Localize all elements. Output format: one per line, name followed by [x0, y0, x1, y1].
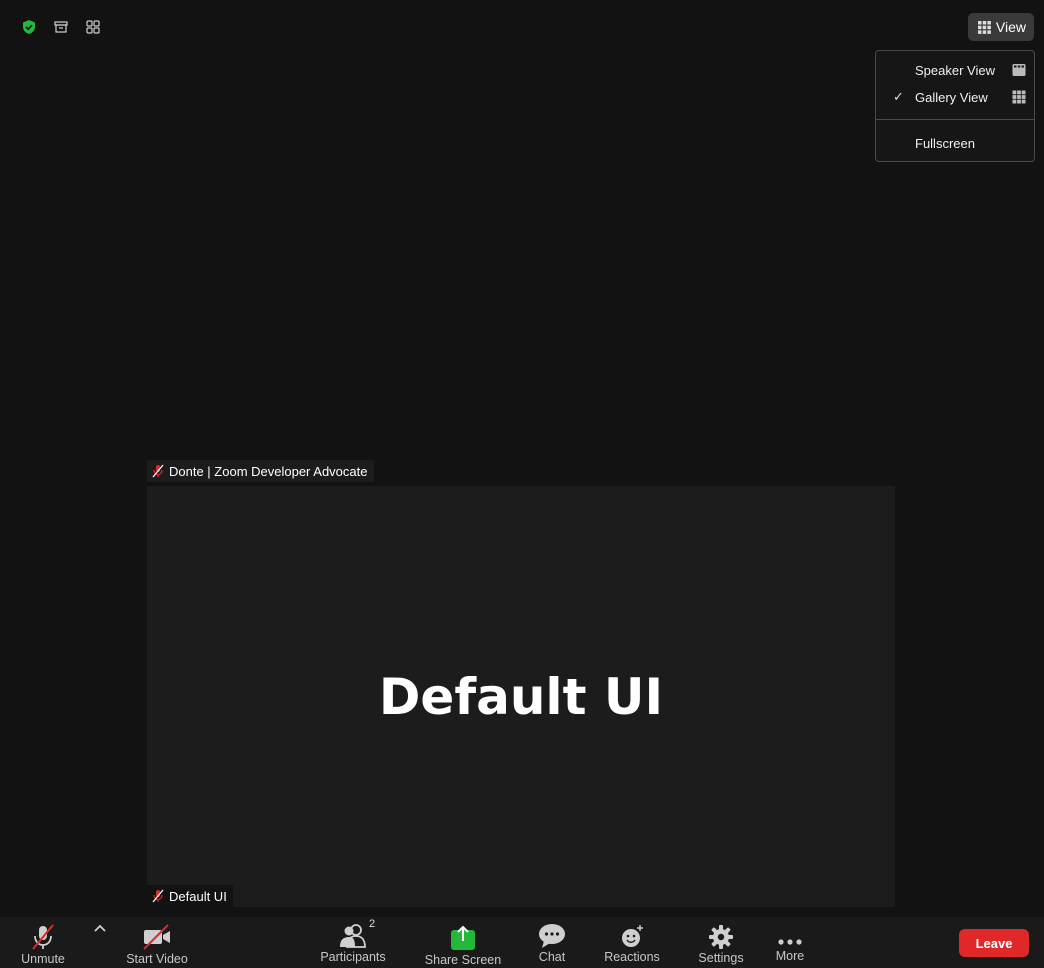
muted-mic-icon: [32, 924, 54, 950]
chevron-up-icon[interactable]: [92, 921, 108, 935]
more-dots-icon: [778, 939, 802, 945]
speaker-view-icon: [1012, 64, 1026, 76]
muted-mic-icon: [152, 889, 164, 903]
view-button[interactable]: View: [967, 13, 1034, 41]
reaction-smiley-icon: [622, 925, 643, 947]
reactions-label: Reactions: [604, 950, 660, 964]
tile-name: Default UI: [169, 888, 227, 904]
participants-label: Participants: [320, 950, 386, 964]
participant-name-label: Donte | Zoom Developer Advocate: [147, 460, 374, 482]
chat-label: Chat: [538, 950, 566, 964]
grid-icon[interactable]: [82, 16, 104, 38]
gallery-view-icon: [1012, 90, 1026, 104]
start-video-label: Start Video: [126, 952, 188, 966]
chat-button[interactable]: Chat: [534, 917, 570, 968]
video-off-icon: [143, 924, 170, 950]
archive-icon[interactable]: [50, 16, 72, 38]
settings-button[interactable]: Settings: [696, 917, 746, 968]
meeting-toolbar: Unmute Start Video Participants 2 Share …: [0, 917, 1044, 968]
view-menu: Speaker View ✓ Gallery View Fullscreen: [875, 50, 1035, 162]
shield-check-icon[interactable]: [18, 16, 40, 38]
participants-button[interactable]: Participants: [318, 917, 388, 968]
reactions-button[interactable]: Reactions: [602, 917, 662, 968]
meeting-window: View Speaker View ✓ Gallery View Fullscr…: [0, 0, 1044, 968]
video-tile[interactable]: Default UI Default UI: [147, 486, 895, 907]
share-screen-button[interactable]: Share Screen: [424, 917, 502, 968]
participant-name: Donte | Zoom Developer Advocate: [169, 463, 368, 479]
leave-button[interactable]: Leave: [959, 929, 1029, 957]
settings-label: Settings: [698, 951, 744, 965]
top-left-icons: [18, 16, 104, 38]
participants-icon: [340, 924, 366, 948]
gallery-grid-icon: [977, 20, 991, 34]
menu-item-label: Speaker View: [915, 62, 995, 78]
share-screen-label: Share Screen: [424, 953, 502, 967]
menu-check-icon: ✓: [893, 89, 904, 104]
menu-item-label: Gallery View: [915, 89, 988, 105]
muted-mic-icon: [152, 464, 164, 478]
menu-item-gallery-view[interactable]: ✓ Gallery View: [876, 84, 1034, 110]
menu-item-label: Fullscreen: [915, 135, 975, 151]
menu-item-fullscreen[interactable]: Fullscreen: [876, 130, 1034, 156]
start-video-button[interactable]: Start Video: [124, 917, 190, 968]
gear-icon: [709, 925, 733, 949]
unmute-button[interactable]: Unmute: [18, 917, 68, 968]
menu-item-speaker-view[interactable]: Speaker View: [876, 57, 1034, 83]
tile-name-label: Default UI: [147, 885, 233, 907]
chat-icon: [539, 924, 565, 948]
view-button-label: View: [995, 19, 1026, 35]
menu-divider: [876, 119, 1034, 120]
more-button[interactable]: More: [772, 917, 808, 968]
more-label: More: [775, 949, 805, 963]
unmute-label: Unmute: [21, 952, 65, 966]
share-screen-icon: [451, 925, 475, 950]
participants-count-badge: 2: [369, 918, 376, 930]
tile-main-text: Default UI: [378, 667, 664, 726]
